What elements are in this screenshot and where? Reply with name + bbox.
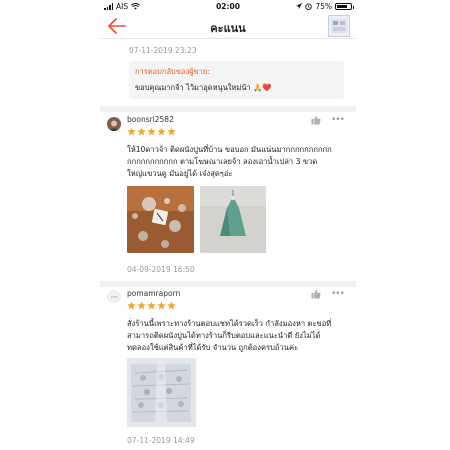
review-text-line: ใหญ่แขวนดู มันอยู่ได้ เจ๋งสุดๆอ่ะ [127,169,233,178]
review-photo-image [127,358,196,427]
star-icon [137,301,146,310]
battery-icon [335,3,354,10]
avatar-placeholder-icon [107,290,121,303]
avatar[interactable] [107,117,121,131]
username[interactable]: boonsri2582 [127,115,174,124]
star-icon [147,301,156,310]
review-text-line: ทดลองใช้แต่สินค้าที่ได้รับ จำนวน ถูกต้อง… [127,343,299,352]
section-divider [100,281,356,287]
star-icon [127,127,136,136]
review-photo[interactable] [127,186,194,253]
star-icon [127,301,136,310]
location-icon [296,3,303,9]
avatar[interactable] [107,289,121,303]
product-thumbnail[interactable] [328,15,350,37]
review-text-line: สั่งร้านนี้เพราะทางร้านตอบแชทได้รวดเร็ว … [127,319,332,328]
product-thumbnail-image [331,19,347,33]
battery-percent: 75% [315,2,332,11]
more-options-icon[interactable]: ••• [331,116,345,125]
star-icon [167,301,176,310]
avatar-image [107,118,121,131]
review-text-line: สามารถติดผนังปูนได้ทางร้านก็รีบตอบและแนะ… [127,331,321,340]
like-icon[interactable] [311,115,321,125]
like-icon[interactable] [311,289,321,299]
phone-screen: AIS 02:00 75% คะแนน 07-11-2019 23:23 การ… [100,0,356,450]
alarm-icon [305,3,313,10]
review-date: 07-11-2019 14:49 [127,436,195,445]
username[interactable]: pomamraporn [127,289,180,298]
star-rating [127,301,176,310]
seller-reply-title: การตอบกลับของผู้ขาย: [135,67,210,76]
star-icon [137,127,146,136]
review-photo[interactable] [200,186,266,253]
star-rating [127,127,176,136]
battery-fill [337,5,347,8]
section-divider [100,106,356,112]
status-bar-right: 75% [296,2,354,11]
review-photo[interactable] [127,358,196,427]
seller-reply: การตอบกลับของผู้ขาย: ขอบคุณมากจ้า ไว้มาอ… [129,61,344,99]
page-title: คะแนน [210,22,246,35]
star-icon [157,127,166,136]
review-date: 07-11-2019 23:23 [129,46,197,55]
review-date: 04-09-2019 16:50 [127,265,195,274]
review-text: สั่งร้านนี้เพราะทางร้านตอบแชทได้รวดเร็ว … [127,318,331,354]
review-text: ให้10ดาวจ้า ติดผนังปูนที่บ้าน ขอบอก มันแ… [127,144,332,180]
seller-reply-text: ขอบคุณมากจ้า ไว้มาอุดหนุนใหม่น้า 🙏❤️ [135,83,272,92]
review-text-line: ให้10ดาวจ้า ติดผนังปูนที่บ้าน ขอบอก มันแ… [127,145,332,154]
status-bar: AIS 02:00 75% [100,0,356,13]
star-icon [147,127,156,136]
star-icon [157,301,166,310]
review-photo-image [200,186,266,253]
review-text-line: กกกกกกกกกกก ตามโฆษณาเลยจ้า ลองเอาน้ำเปล่… [127,157,318,166]
review-photo-image [127,186,194,253]
star-icon [167,127,176,136]
nav-bar: คะแนน [100,13,356,39]
more-options-icon[interactable]: ••• [331,290,345,299]
